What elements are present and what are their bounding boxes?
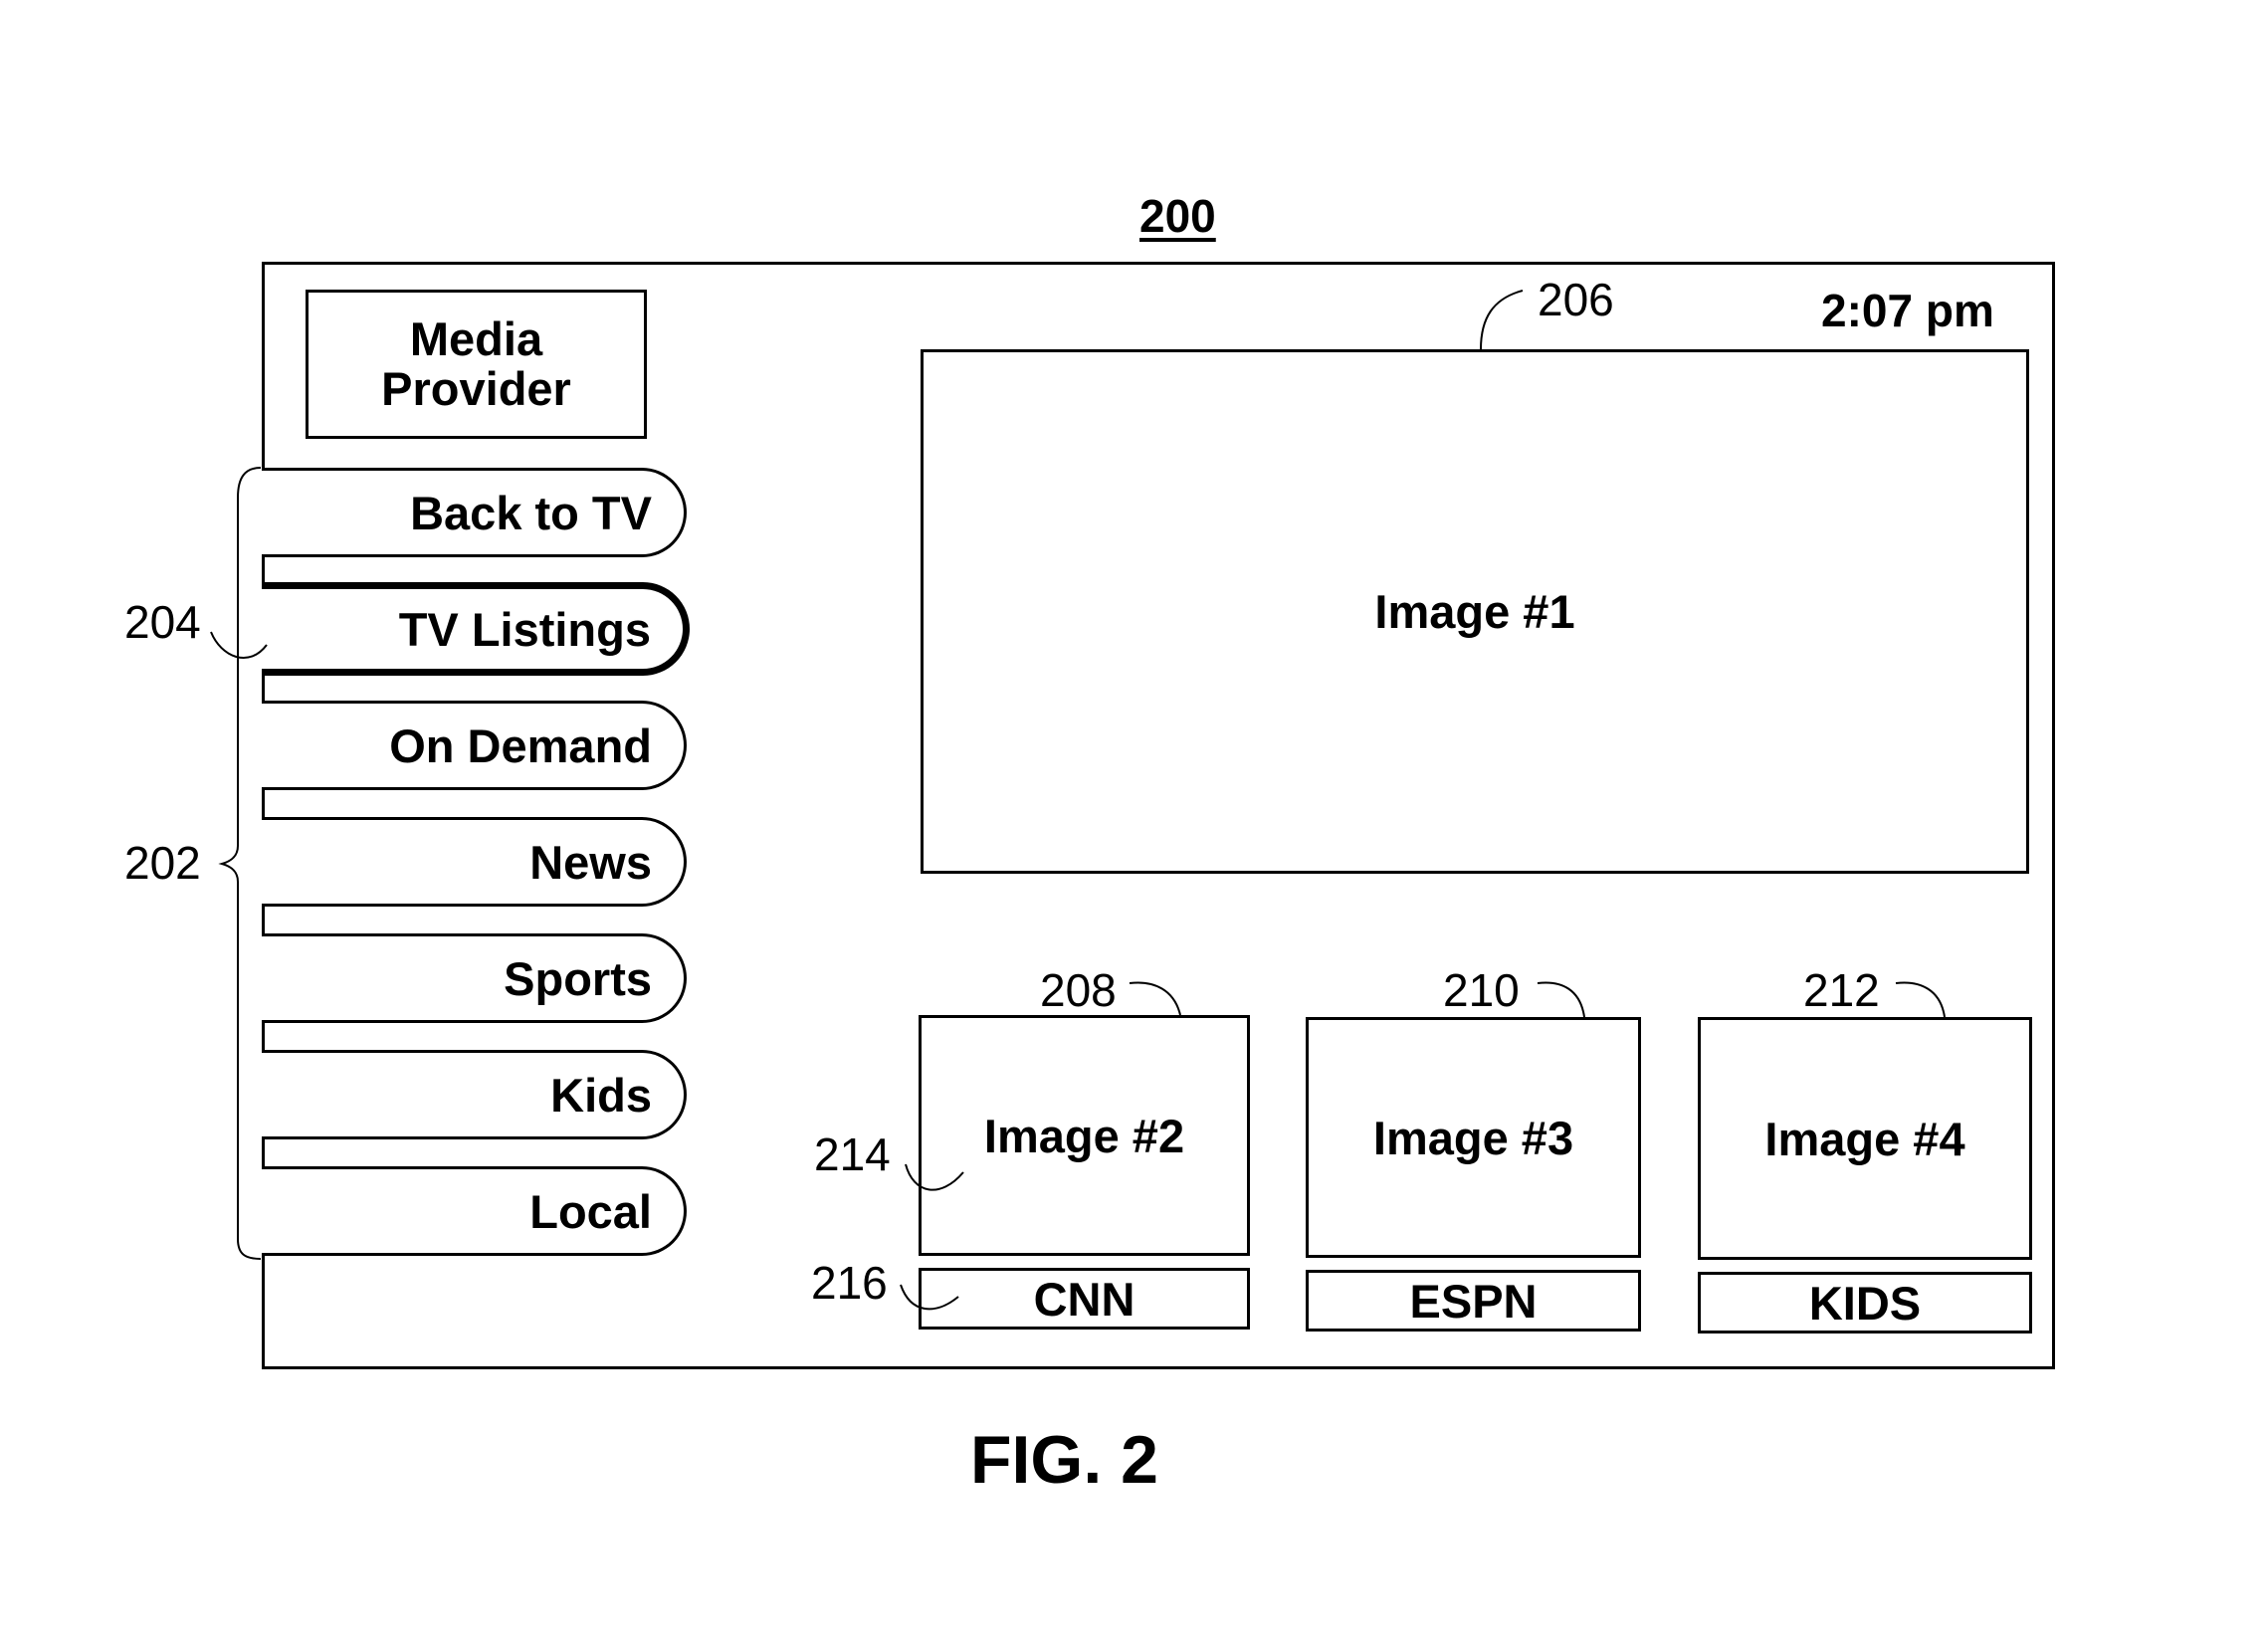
menu-item-label: Sports (504, 951, 652, 1005)
ref-numeral-202: 202 (124, 837, 201, 889)
ref-numeral-214: 214 (814, 1128, 891, 1180)
menu-item-label: News (529, 835, 652, 889)
channel-label-button[interactable]: KIDS (1698, 1272, 2032, 1333)
channel-label-text: ESPN (1409, 1274, 1538, 1328)
thumbnail-image[interactable]: Image #2 (919, 1015, 1250, 1256)
figure-caption: FIG. 2 (970, 1422, 1158, 1498)
brace-202 (218, 467, 262, 1260)
thumbnail-label: Image #3 (1372, 1111, 1574, 1164)
menu-item-kids[interactable]: Kids (262, 1050, 687, 1139)
thumbnail-image[interactable]: Image #4 (1698, 1017, 2032, 1260)
menu-item-local[interactable]: Local (262, 1166, 687, 1256)
menu-item-tv-listings[interactable]: TV Listings (262, 582, 690, 676)
clock-time: 2:07 pm (1821, 285, 1994, 336)
menu-item-label: TV Listings (398, 602, 651, 656)
menu-item-on-demand[interactable]: On Demand (262, 701, 687, 790)
main-image[interactable]: Image #1 (921, 349, 2029, 874)
channel-label-text: KIDS (1808, 1276, 1922, 1330)
thumbnail-label: Image #2 (983, 1109, 1185, 1162)
main-image-label: Image #1 (1374, 585, 1575, 638)
menu-item-label: Local (529, 1184, 652, 1238)
thumbnail-image[interactable]: Image #3 (1306, 1017, 1641, 1258)
menu-item-label: Kids (550, 1068, 652, 1122)
ref-numeral-210: 210 (1443, 964, 1520, 1016)
ref-numeral-216: 216 (811, 1257, 888, 1309)
ref-numeral-212: 212 (1803, 964, 1880, 1016)
ref-numeral-206: 206 (1538, 274, 1614, 325)
ref-numeral-204: 204 (124, 596, 201, 648)
channel-label-button[interactable]: ESPN (1306, 1270, 1641, 1332)
channel-label-text: CNN (1033, 1272, 1135, 1326)
menu-item-back-to-tv[interactable]: Back to TV (262, 468, 687, 557)
channel-label-button[interactable]: CNN (919, 1268, 1250, 1330)
menu-item-sports[interactable]: Sports (262, 933, 687, 1023)
leader-204 (210, 631, 268, 659)
media-provider-logo: Media Provider (306, 290, 647, 439)
figure-number: 200 (1139, 190, 1216, 242)
ref-numeral-208: 208 (1040, 964, 1117, 1016)
thumbnail-label: Image #4 (1764, 1112, 1965, 1165)
menu-item-news[interactable]: News (262, 817, 687, 907)
menu-item-label: On Demand (389, 718, 652, 772)
menu-item-label: Back to TV (410, 486, 652, 539)
